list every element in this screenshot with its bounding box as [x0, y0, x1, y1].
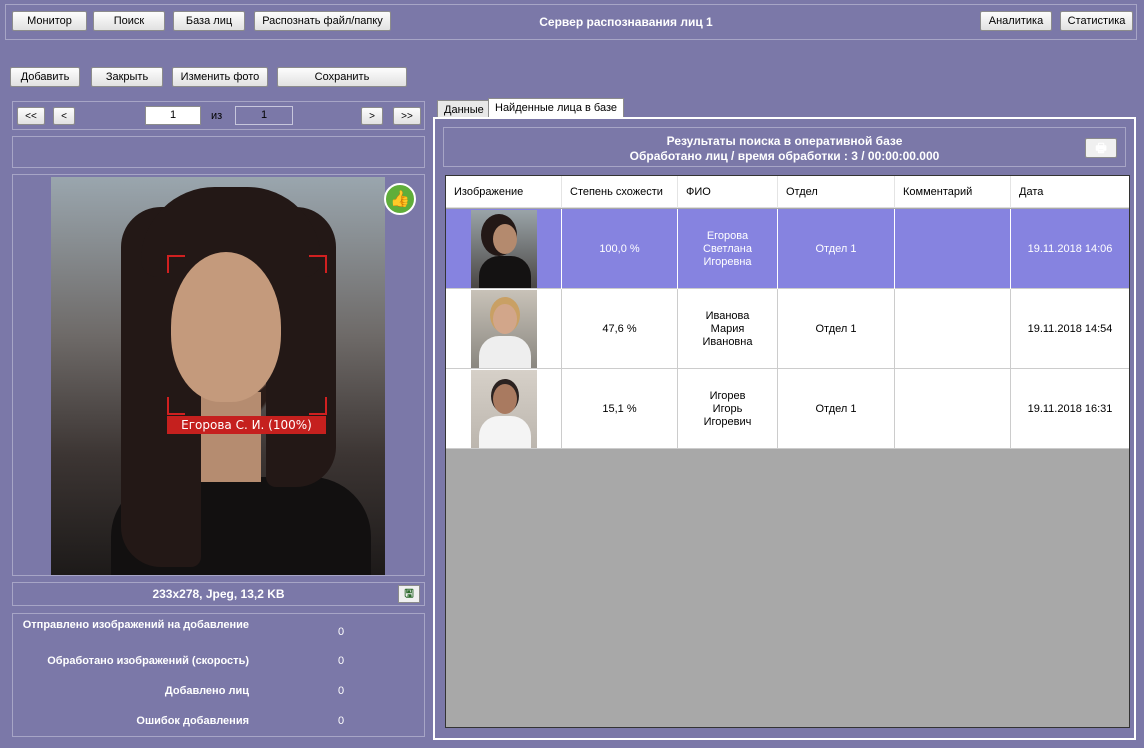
cell-comment — [895, 209, 1011, 289]
results-subtitle: Обработано лиц / время обработки : 3 / 0… — [629, 149, 940, 163]
photo-panel: Егорова С. И. (100%) 👍 — [12, 174, 425, 576]
cell-image — [446, 369, 562, 449]
table-row[interactable]: 100,0 % Егорова Светлана Игоревна Отдел … — [446, 209, 1129, 289]
recognize-file-button[interactable]: Распознать файл/папку — [254, 11, 391, 31]
stat-processed-value: 0 — [338, 655, 345, 667]
pager: << < 1 из 1 > >> — [12, 101, 425, 130]
window-title: Сервер распознавания лиц 1 — [539, 15, 713, 29]
tab-found-faces[interactable]: Найденные лица в базе — [488, 98, 624, 119]
cell-similarity: 15,1 % — [562, 369, 678, 449]
thumb-body — [478, 336, 531, 368]
analytics-button[interactable]: Аналитика — [980, 11, 1052, 31]
change-photo-button[interactable]: Изменить фото — [172, 67, 268, 87]
image-info-text: 233x278, Jpeg, 13,2 KB — [152, 587, 285, 601]
top-bar: Монитор Поиск База лиц Распознать файл/п… — [5, 4, 1137, 40]
box-corner-bl — [167, 397, 185, 415]
stat-added-label: Добавлено лиц — [164, 685, 249, 697]
stat-processed-label: Обработано изображений (скорость) — [47, 655, 249, 667]
col-name[interactable]: ФИО — [678, 176, 778, 208]
cell-similarity: 100,0 % — [562, 209, 678, 289]
thumbs-up-icon: 👍 — [384, 183, 416, 215]
table-row[interactable]: 15,1 % Игорев Игорь Игоревич Отдел 1 19.… — [446, 369, 1129, 449]
save-image-icon[interactable]: 🖫 — [398, 585, 420, 603]
cell-image — [446, 209, 562, 289]
image-info-bar: 233x278, Jpeg, 13,2 KB 🖫 — [12, 582, 425, 606]
page-of-label: из — [211, 110, 223, 122]
cell-department: Отдел 1 — [778, 209, 895, 289]
table-row[interactable]: 47,6 % Иванова Мария Ивановна Отдел 1 19… — [446, 289, 1129, 369]
stat-errors-value: 0 — [338, 715, 345, 727]
stat-added-value: 0 — [338, 685, 345, 697]
stat-sent-value: 0 — [338, 626, 345, 638]
cell-similarity: 47,6 % — [562, 289, 678, 369]
cell-date: 19.11.2018 14:54 — [1027, 322, 1113, 335]
thumb-body — [478, 256, 531, 288]
recognized-photo: Егорова С. И. (100%) — [51, 177, 385, 575]
stat-sent-label: Отправлено изображений на добавление — [22, 619, 249, 631]
face-thumbnail — [470, 210, 537, 288]
thumb-head — [492, 224, 517, 254]
face-base-button[interactable]: База лиц — [173, 11, 245, 31]
cell-department: Отдел 1 — [778, 289, 895, 369]
monitor-button[interactable]: Монитор — [12, 11, 87, 31]
cell-date: 19.11.2018 14:06 — [1027, 242, 1113, 255]
face-match-label: Егорова С. И. (100%) — [167, 416, 326, 434]
cell-date: 19.11.2018 16:31 — [1027, 402, 1113, 415]
col-image[interactable]: Изображение — [446, 176, 562, 208]
thumb-body — [478, 416, 531, 448]
col-similarity[interactable]: Степень схожести — [562, 176, 678, 208]
stats-panel: Отправлено изображений на добавление 0 О… — [12, 613, 425, 737]
col-comment[interactable]: Комментарий — [895, 176, 1011, 208]
close-button[interactable]: Закрыть — [91, 67, 163, 87]
page-number-input[interactable]: 1 — [145, 106, 201, 125]
first-page-button[interactable]: << — [17, 107, 45, 125]
col-department[interactable]: Отдел — [778, 176, 895, 208]
save-button[interactable]: Сохранить — [277, 67, 407, 87]
thumb-head — [492, 304, 517, 334]
found-faces-page: Результаты поиска в оперативной базе Обр… — [433, 117, 1136, 740]
print-icon[interactable]: 🖶 — [1085, 138, 1117, 158]
thumb-head — [492, 384, 517, 414]
search-button[interactable]: Поиск — [93, 11, 165, 31]
results-title: Результаты поиска в оперативной базе — [666, 134, 903, 148]
statistics-button[interactable]: Статистика — [1060, 11, 1133, 31]
results-table: Изображение Степень схожести ФИО Отдел К… — [445, 175, 1130, 728]
face-thumbnail — [470, 370, 537, 448]
cell-name: Иванова Мария Ивановна — [678, 289, 778, 369]
page-total: 1 — [235, 106, 293, 125]
add-button[interactable]: Добавить — [10, 67, 80, 87]
face-detection-box — [167, 255, 327, 415]
cell-name: Егорова Светлана Игоревна — [678, 209, 778, 289]
cell-name: Игорев Игорь Игоревич — [678, 369, 778, 449]
box-corner-br — [309, 397, 327, 415]
cell-department: Отдел 1 — [778, 369, 895, 449]
next-page-button[interactable]: > — [361, 107, 383, 125]
col-date[interactable]: Дата — [1011, 176, 1129, 208]
results-header: Результаты поиска в оперативной базе Обр… — [443, 127, 1126, 167]
prev-page-button[interactable]: < — [53, 107, 75, 125]
cell-comment — [895, 289, 1011, 369]
stat-errors-label: Ошибок добавления — [136, 715, 249, 727]
box-corner-tl — [167, 255, 185, 273]
table-header: Изображение Степень схожести ФИО Отдел К… — [446, 176, 1129, 208]
box-corner-tr — [309, 255, 327, 273]
last-page-button[interactable]: >> — [393, 107, 421, 125]
face-thumbnail — [470, 290, 537, 368]
cell-comment — [895, 369, 1011, 449]
cell-image — [446, 289, 562, 369]
empty-info-panel — [12, 136, 425, 168]
